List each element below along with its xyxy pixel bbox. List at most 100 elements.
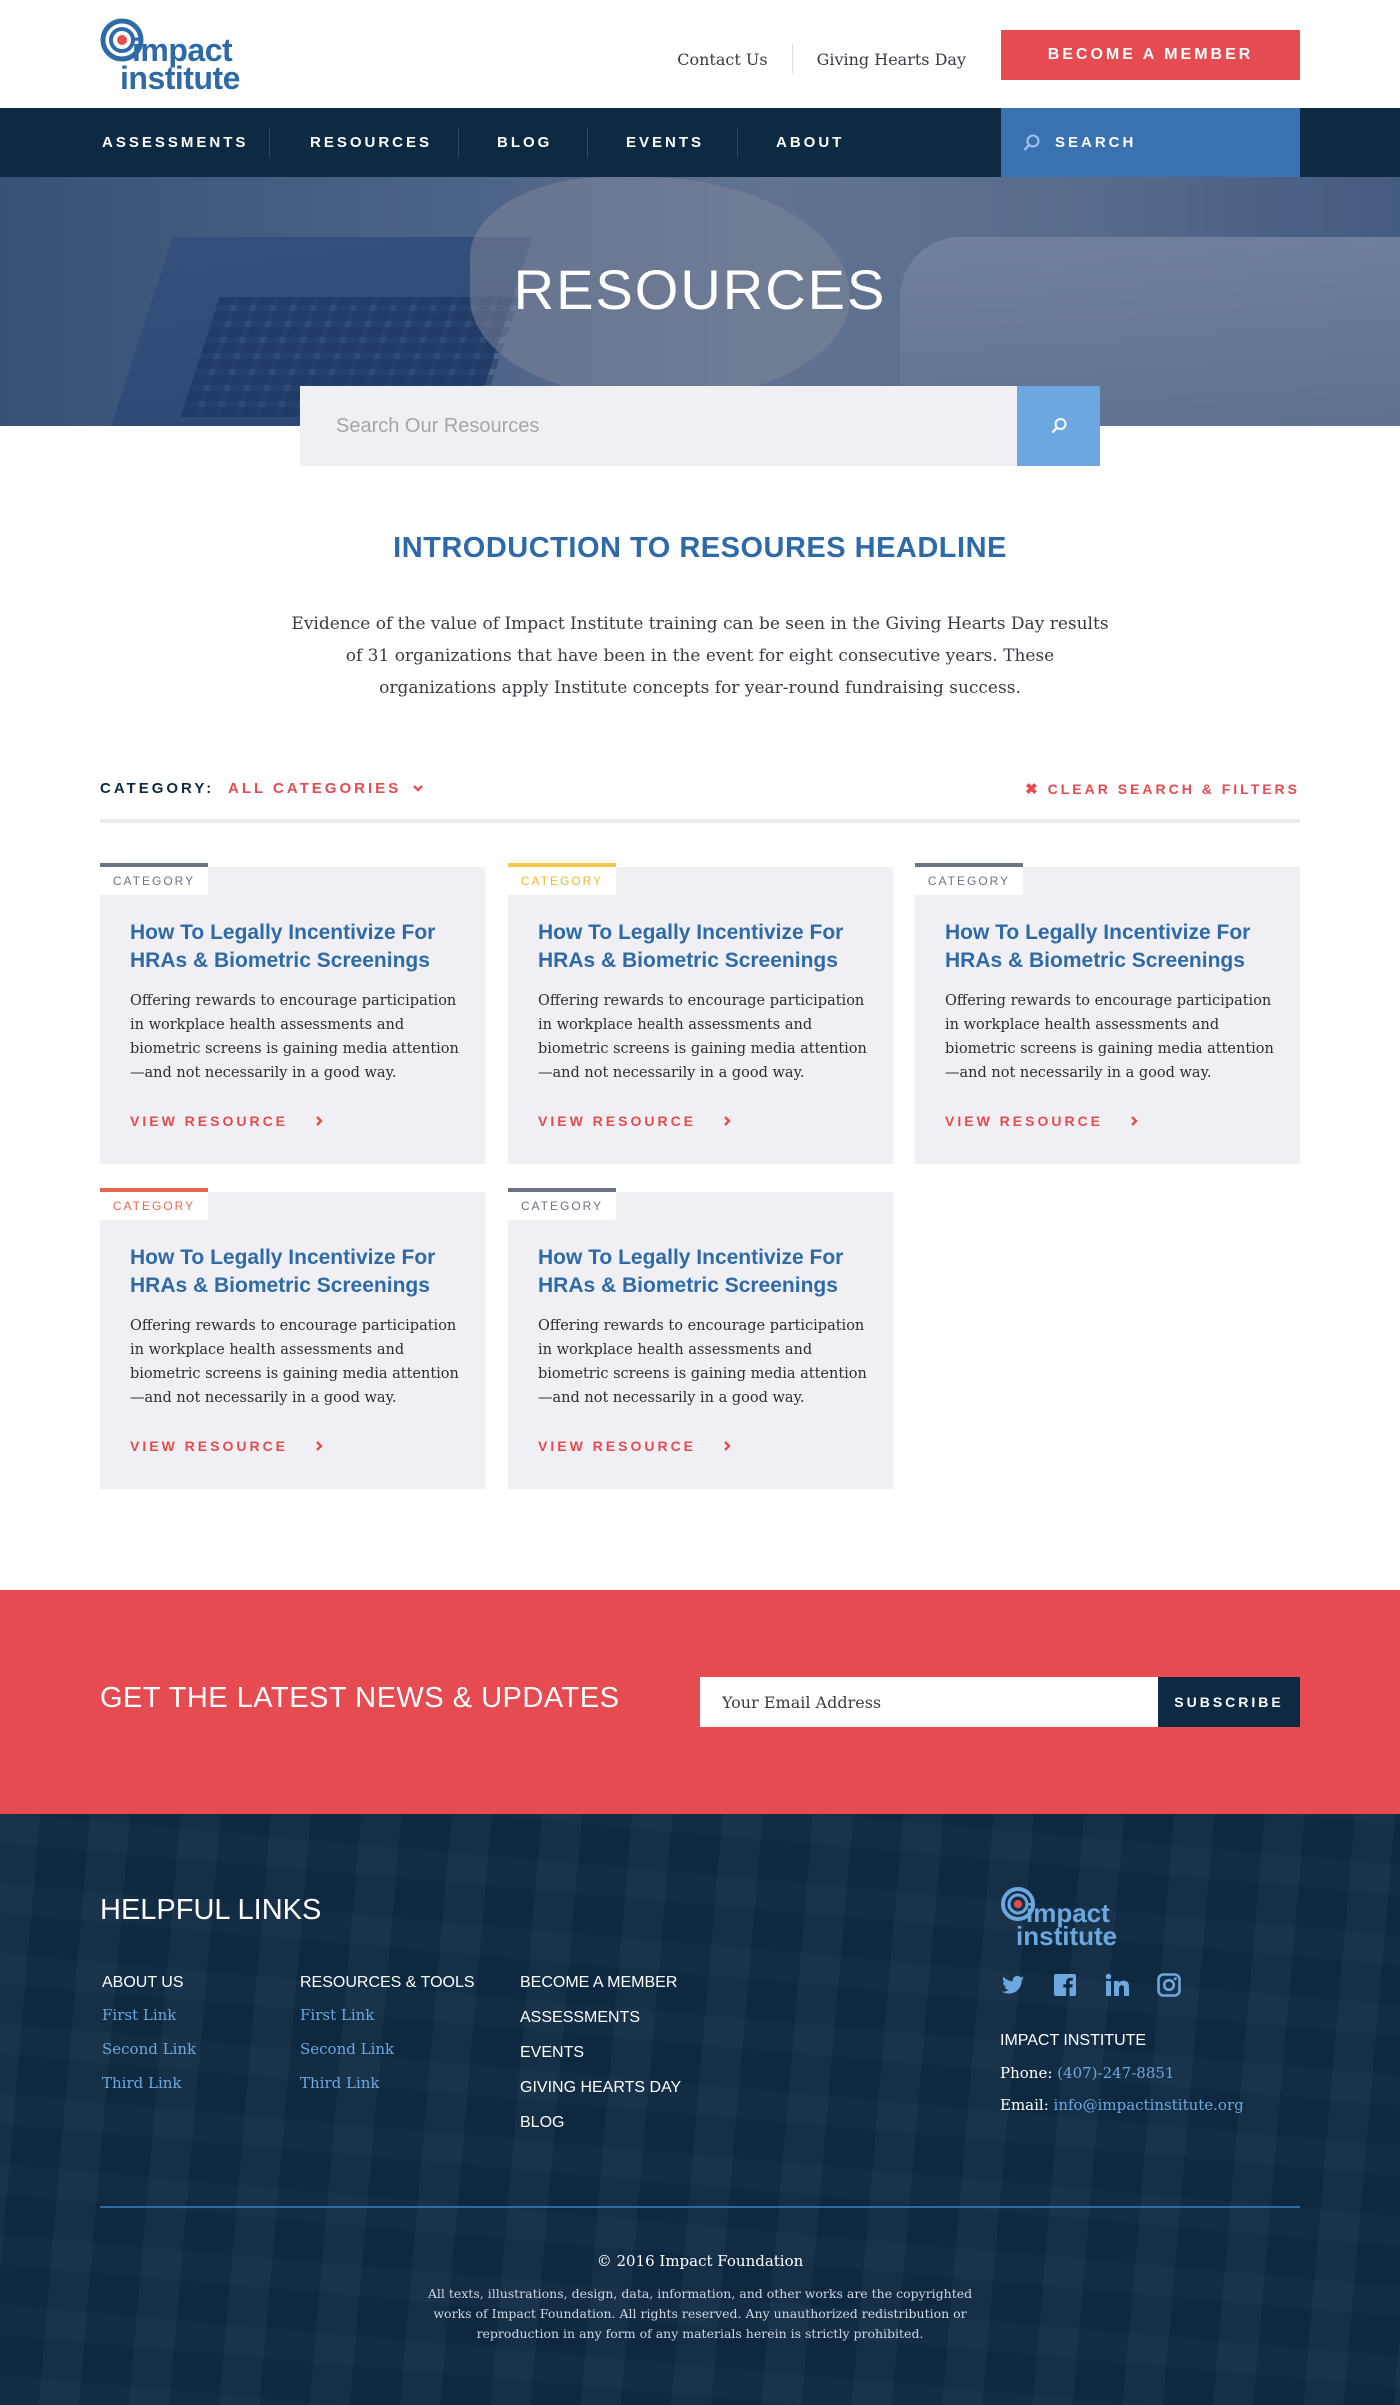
nav-search-label: SEARCH — [1055, 134, 1137, 151]
org-name: IMPACT INSTITUTE — [1000, 2032, 1147, 2049]
resource-card: CATEGORY How To Legally Incentivize For … — [915, 863, 1300, 1164]
view-resource-label: VIEW RESOURCE — [945, 1113, 1104, 1129]
footer-about-heading[interactable]: ABOUT US — [102, 1974, 196, 1992]
instagram-icon[interactable] — [1156, 1972, 1182, 1998]
chevron-right-icon — [316, 1441, 323, 1451]
resource-search-button[interactable] — [1017, 386, 1100, 466]
footer-title: HELPFUL LINKS — [100, 1894, 322, 1926]
nav-item-about[interactable]: ABOUT — [776, 108, 844, 177]
nav-search-button[interactable]: SEARCH — [1001, 108, 1300, 177]
email-label: Email: — [1000, 2096, 1049, 2114]
resource-card: CATEGORY How To Legally Incentivize For … — [508, 863, 893, 1164]
footer-link[interactable]: Second Link — [300, 2040, 475, 2058]
footer-link[interactable]: Second Link — [102, 2040, 196, 2058]
card-description: Offering rewards to encourage participat… — [130, 993, 459, 1081]
category-dropdown[interactable]: ALL CATEGORIES — [228, 780, 424, 797]
resource-search-input[interactable] — [300, 386, 1017, 466]
card-category-tag[interactable]: CATEGORY — [508, 863, 616, 895]
view-resource-label: VIEW RESOURCE — [130, 1438, 289, 1454]
card-category-tag[interactable]: CATEGORY — [100, 1188, 208, 1220]
newsletter-title: GET THE LATEST NEWS & UPDATES — [100, 1682, 620, 1714]
newsletter-section: GET THE LATEST NEWS & UPDATES SUBSCRIBE — [0, 1590, 1400, 1814]
giving-hearts-day-link[interactable]: Giving Hearts Day — [817, 50, 966, 69]
nav-item-resources[interactable]: RESOURCES — [310, 108, 432, 177]
card-title[interactable]: How To Legally Incentivize For HRAs & Bi… — [130, 1244, 460, 1300]
newsletter-email-input[interactable] — [700, 1677, 1158, 1727]
card-description: Offering rewards to encourage participat… — [945, 993, 1274, 1081]
card-category-tag[interactable]: CATEGORY — [100, 863, 208, 895]
linkedin-icon[interactable] — [1104, 1972, 1130, 1998]
footer-column-quicklinks: BECOME A MEMBER ASSESSMENTS EVENTS GIVIN… — [520, 1974, 681, 2149]
category-dropdown-value: ALL CATEGORIES — [228, 780, 402, 797]
footer-logo-text-institute: institute — [1016, 1921, 1118, 1951]
main-nav: ASSESSMENTS RESOURCES BLOG EVENTS ABOUT … — [0, 108, 1400, 177]
card-title[interactable]: How To Legally Incentivize For HRAs & Bi… — [130, 919, 460, 975]
footer-link[interactable]: First Link — [300, 2006, 475, 2024]
clear-filters-label: CLEAR SEARCH & FILTERS — [1047, 781, 1300, 797]
view-resource-label: VIEW RESOURCE — [130, 1113, 289, 1129]
resource-card: CATEGORY How To Legally Incentivize For … — [100, 863, 485, 1164]
card-title[interactable]: How To Legally Incentivize For HRAs & Bi… — [538, 1244, 868, 1300]
card-category-tag[interactable]: CATEGORY — [508, 1188, 616, 1220]
footer-link[interactable]: Third Link — [102, 2074, 196, 2092]
footer-link-events[interactable]: EVENTS — [520, 2044, 681, 2062]
contact-us-link[interactable]: Contact Us — [677, 50, 767, 69]
email-row: Email: info@impactinstitute.org — [1000, 2096, 1244, 2114]
site-logo[interactable]: impact institute — [100, 16, 240, 96]
footer-logo[interactable]: impact institute — [1000, 1884, 1130, 1951]
nav-divider — [458, 128, 459, 158]
intro-paragraph: Evidence of the value of Impact Institut… — [291, 614, 1109, 698]
chevron-right-icon — [316, 1116, 323, 1126]
social-links — [1000, 1972, 1208, 1998]
facebook-icon[interactable] — [1052, 1972, 1078, 1998]
filter-divider — [100, 819, 1300, 823]
card-title[interactable]: How To Legally Incentivize For HRAs & Bi… — [538, 919, 868, 975]
footer-link-assessments[interactable]: ASSESSMENTS — [520, 2009, 681, 2027]
card-description: Offering rewards to encourage participat… — [130, 1318, 459, 1406]
card-title[interactable]: How To Legally Incentivize For HRAs & Bi… — [945, 919, 1275, 975]
become-member-button[interactable]: BECOME A MEMBER — [1001, 30, 1300, 80]
resource-card: CATEGORY How To Legally Incentivize For … — [508, 1188, 893, 1489]
subscribe-button[interactable]: SUBSCRIBE — [1158, 1677, 1300, 1727]
footer-column-about: ABOUT US First Link Second Link Third Li… — [102, 1974, 196, 2108]
view-resource-link[interactable]: VIEW RESOURCE — [945, 1113, 1139, 1129]
phone-link[interactable]: (407)-247-8851 — [1057, 2064, 1174, 2082]
footer-link[interactable]: First Link — [102, 2006, 196, 2024]
card-category-tag[interactable]: CATEGORY — [915, 863, 1023, 895]
top-header: impact institute Contact Us Giving Heart… — [0, 0, 1400, 108]
nav-item-events[interactable]: EVENTS — [626, 108, 704, 177]
footer-link-become-member[interactable]: BECOME A MEMBER — [520, 1974, 681, 1992]
copyright-text: © 2016 Impact Foundation — [596, 2252, 804, 2270]
card-description: Offering rewards to encourage participat… — [538, 1318, 867, 1406]
resource-card: CATEGORY How To Legally Incentivize For … — [100, 1188, 485, 1489]
legal-notice: All texts, illustrations, design, data, … — [427, 2286, 973, 2341]
footer-resources-heading[interactable]: RESOURCES & TOOLS — [300, 1974, 475, 1992]
clear-filters-link[interactable]: ✖ CLEAR SEARCH & FILTERS — [1025, 780, 1300, 798]
footer-link-giving-hearts-day[interactable]: GIVING HEARTS DAY — [520, 2079, 681, 2097]
intro-headline: INTRODUCTION TO RESOURES HEADLINE — [393, 532, 1007, 564]
chevron-right-icon — [724, 1116, 731, 1126]
view-resource-link[interactable]: VIEW RESOURCE — [130, 1438, 324, 1454]
phone-label: Phone: — [1000, 2064, 1053, 2082]
nav-item-assessments[interactable]: ASSESSMENTS — [102, 108, 248, 177]
nav-divider — [737, 128, 738, 158]
footer-link-blog[interactable]: BLOG — [520, 2114, 681, 2132]
category-filter-bar: CATEGORY: ALL CATEGORIES ✖ CLEAR SEARCH … — [100, 776, 1300, 824]
nav-item-blog[interactable]: BLOG — [497, 108, 552, 177]
logo-text-institute: institute — [120, 60, 240, 96]
nav-divider — [587, 128, 588, 158]
view-resource-link[interactable]: VIEW RESOURCE — [538, 1438, 732, 1454]
close-icon: ✖ — [1025, 781, 1041, 798]
view-resource-label: VIEW RESOURCE — [538, 1113, 697, 1129]
email-link[interactable]: info@impactinstitute.org — [1054, 2096, 1244, 2114]
view-resource-link[interactable]: VIEW RESOURCE — [538, 1113, 732, 1129]
search-icon — [1051, 418, 1066, 434]
utility-divider — [791, 44, 793, 74]
footer-divider — [100, 2206, 1300, 2208]
utility-links: Contact Us Giving Hearts Day — [677, 44, 966, 74]
twitter-icon[interactable] — [1000, 1972, 1026, 1998]
page-title: RESOURCES — [513, 258, 887, 321]
chevron-right-icon — [724, 1441, 731, 1451]
footer-link[interactable]: Third Link — [300, 2074, 475, 2092]
view-resource-link[interactable]: VIEW RESOURCE — [130, 1113, 324, 1129]
